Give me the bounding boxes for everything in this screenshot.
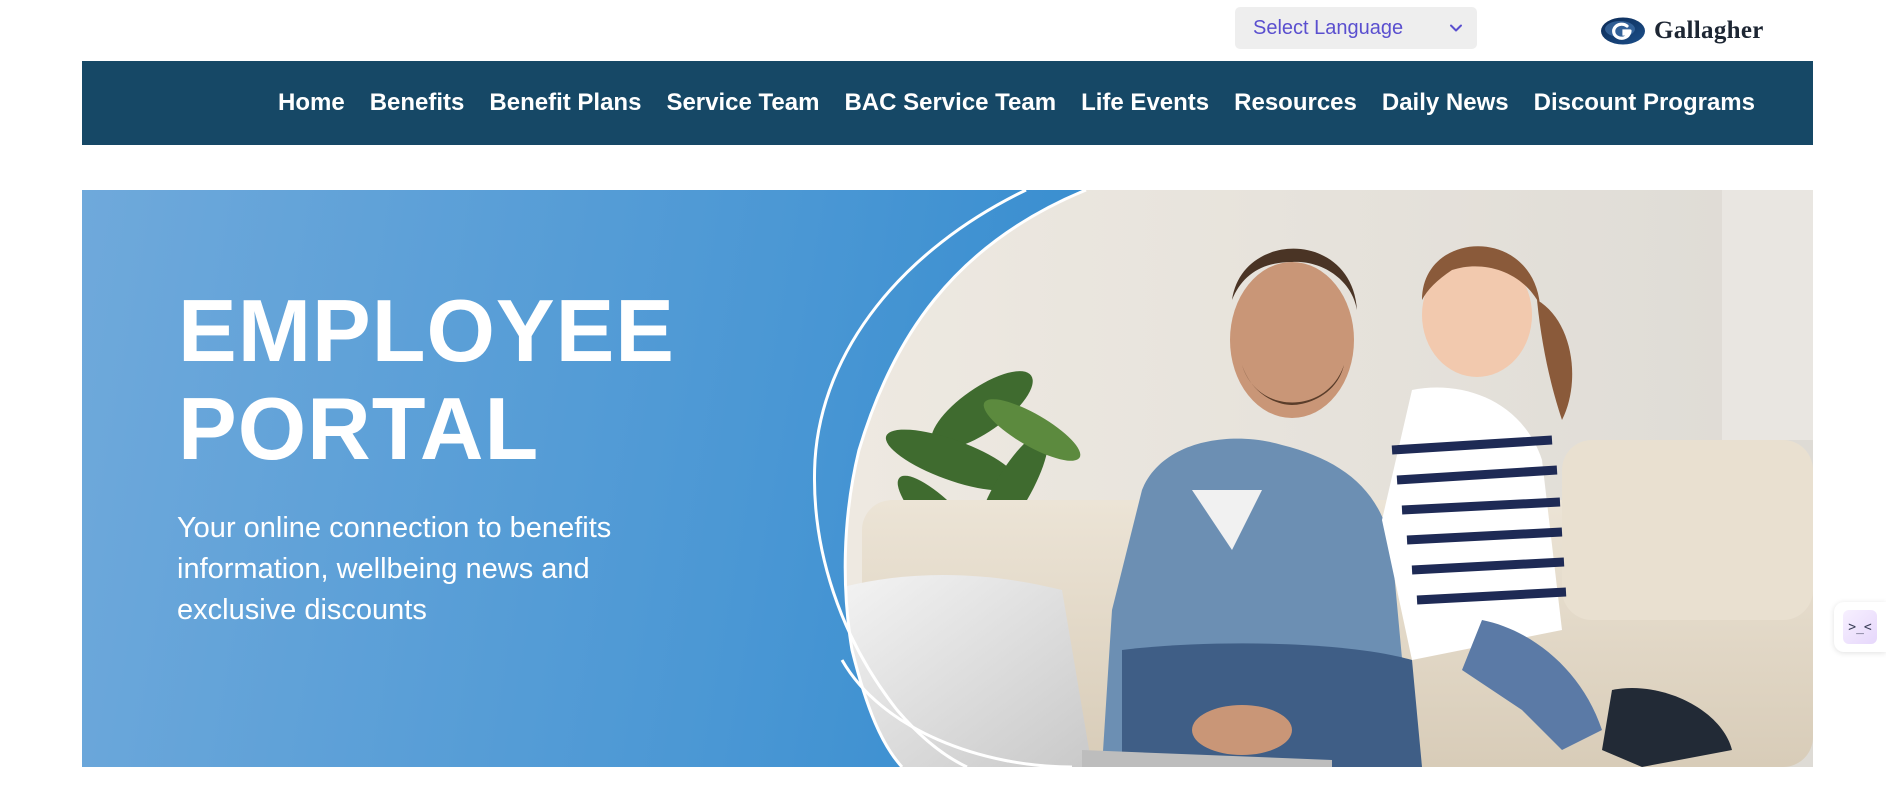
main-navigation: Home Benefits Benefit Plans Service Team… (82, 61, 1813, 145)
family-photo-icon (812, 190, 1813, 767)
chat-widget-button[interactable]: >_< (1834, 602, 1886, 652)
nav-benefits[interactable]: Benefits (370, 89, 465, 117)
nav-benefit-plans[interactable]: Benefit Plans (489, 89, 641, 117)
nav-resources[interactable]: Resources (1234, 89, 1357, 117)
nav-home[interactable]: Home (278, 89, 345, 117)
language-select[interactable]: Select Language (1235, 7, 1477, 49)
hero-banner: EMPLOYEE PORTAL Your online connection t… (82, 190, 1813, 767)
nav-life-events[interactable]: Life Events (1081, 89, 1209, 117)
brand-name: Gallagher (1654, 17, 1764, 44)
nav-discount-programs[interactable]: Discount Programs (1534, 89, 1755, 117)
hero-title-line1: EMPLOYEE (178, 281, 675, 380)
chevron-down-icon (1450, 24, 1462, 32)
page: Select Language Gallagher Home Benefits … (0, 0, 1886, 798)
nav-bac-service-team[interactable]: BAC Service Team (844, 89, 1056, 117)
chat-bot-glyph: >_< (1848, 619, 1872, 635)
nav-daily-news[interactable]: Daily News (1382, 89, 1509, 117)
brand-logo[interactable]: Gallagher (1600, 16, 1764, 46)
hero-subtitle: Your online connection to benefits infor… (177, 512, 612, 626)
chat-bot-icon: >_< (1843, 610, 1877, 644)
nav-service-team[interactable]: Service Team (666, 89, 819, 117)
gallagher-logo-icon (1601, 17, 1645, 45)
language-select-label: Select Language (1253, 16, 1404, 39)
hero-title: EMPLOYEE PORTAL (178, 282, 675, 478)
hero-title-line2: PORTAL (178, 379, 540, 478)
